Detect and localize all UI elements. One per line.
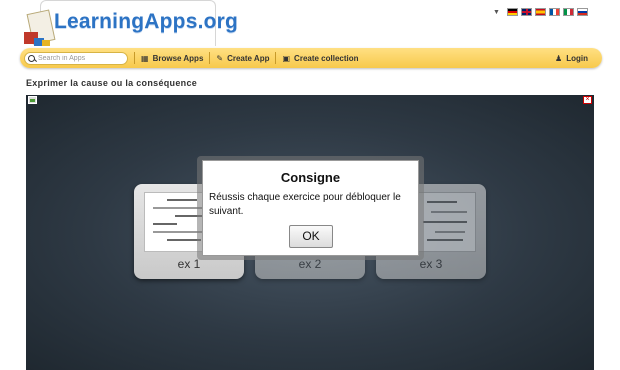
dialog-text: Réussis chaque exercice pour débloquer l… <box>209 192 401 217</box>
flag-es-icon[interactable] <box>534 8 546 16</box>
app-frame: × ex 1 ex 2 ex 3 Consigne Réussis chaque… <box>26 95 594 370</box>
ok-button[interactable]: OK <box>289 225 333 248</box>
browse-apps-link[interactable]: ▦ Browse Apps <box>141 54 203 63</box>
fullscreen-icon[interactable]: × <box>583 96 592 104</box>
nav-divider <box>134 52 135 64</box>
login-label: Login <box>566 53 588 63</box>
create-collection-link[interactable]: ▣ Create collection <box>282 54 358 63</box>
nav-divider <box>275 52 277 64</box>
chevron-down-icon[interactable]: ▼ <box>493 9 500 16</box>
user-icon: ♟ <box>555 53 563 63</box>
search-icon <box>28 54 35 62</box>
search-input[interactable] <box>38 54 126 62</box>
dialog-title: Consigne <box>280 170 341 185</box>
grid-icon: ▦ <box>141 53 149 63</box>
create-collection-label: Create collection <box>294 53 359 63</box>
page-title: Exprimer la cause ou la conséquence <box>26 78 198 88</box>
nav-divider <box>209 52 211 64</box>
create-app-label: Create App <box>227 53 270 63</box>
login-link[interactable]: ♟ Login <box>555 54 588 63</box>
collection-icon: ▣ <box>282 53 291 63</box>
pencil-icon: ✎ <box>216 53 224 63</box>
instruction-dialog: Consigne Réussis chaque exercice pour dé… <box>202 160 419 256</box>
flag-de-icon[interactable] <box>506 8 518 16</box>
flag-gb-icon[interactable] <box>520 8 532 16</box>
site-logo-text[interactable]: LearningApps.org <box>54 10 238 34</box>
language-selector[interactable]: ▼ <box>493 8 588 16</box>
main-navbar: ▦ Browse Apps ✎ Create App ▣ Create coll… <box>20 48 602 68</box>
flag-ru-icon[interactable] <box>576 8 588 16</box>
browse-apps-label: Browse Apps <box>152 53 204 63</box>
flag-fr-icon[interactable] <box>548 8 560 16</box>
edit-icon[interactable] <box>28 96 37 104</box>
create-app-link[interactable]: ✎ Create App <box>216 54 269 63</box>
search-box[interactable] <box>24 51 128 65</box>
flag-it-icon[interactable] <box>562 8 574 16</box>
